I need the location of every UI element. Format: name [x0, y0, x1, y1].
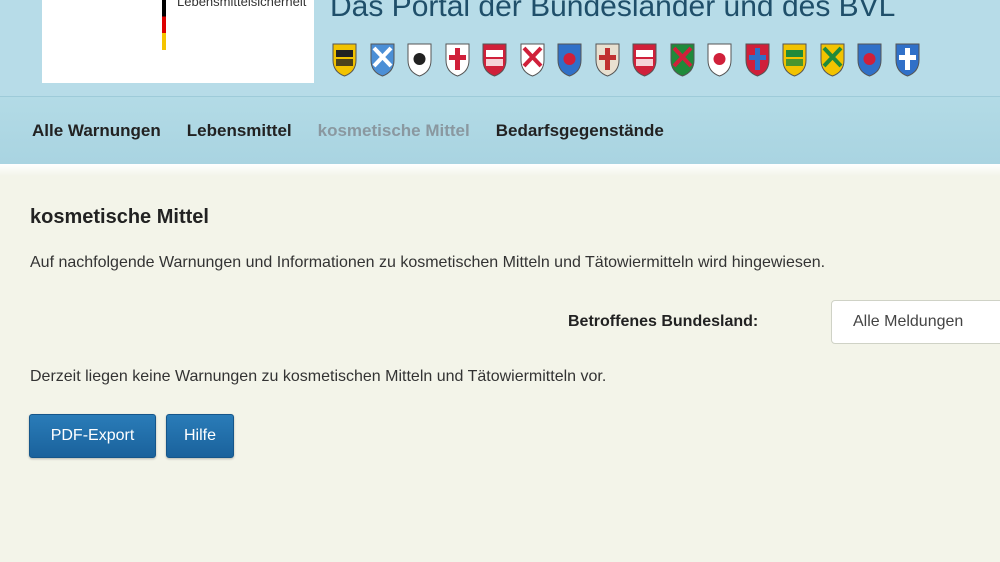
bundesland-select[interactable]: Alle Meldungen [831, 300, 1000, 344]
saarland-crest-icon[interactable] [743, 40, 772, 78]
intro-text: Auf nachfolgende Warnungen und Informati… [30, 254, 826, 271]
niedersachsen-crest-icon[interactable] [630, 40, 659, 78]
logo-text: Lebensmittelsicherheit [177, 0, 307, 9]
main-navigation: Alle Warnungen Lebensmittel kosmetische … [0, 96, 1000, 164]
brandenburg-crest-icon[interactable] [443, 40, 472, 78]
nav-item-kosmetische-mittel[interactable]: kosmetische Mittel [318, 121, 470, 141]
help-button[interactable]: Hilfe [166, 414, 234, 458]
site-header: Lebensmittelsicherheit Das Portal der Bu… [0, 0, 1000, 96]
bvl-logo[interactable]: Lebensmittelsicherheit [42, 0, 314, 83]
nav-item-alle-warnungen[interactable]: Alle Warnungen [32, 121, 161, 141]
filter-label: Betroffenes Bundesland: [568, 313, 759, 330]
sachsen-anhalt-crest-icon[interactable] [818, 40, 847, 78]
hessen-crest-icon[interactable] [555, 40, 584, 78]
mecklenburg-vorpommern-crest-icon[interactable] [593, 40, 622, 78]
nav-list: Alle Warnungen Lebensmittel kosmetische … [32, 121, 664, 141]
berlin-crest-icon[interactable] [405, 40, 434, 78]
nav-item-lebensmittel[interactable]: Lebensmittel [187, 121, 292, 141]
german-flag-stripe [162, 0, 166, 50]
portal-title: Das Portal der Bundesländer und des BVL [330, 0, 896, 23]
pdf-export-button[interactable]: PDF-Export [29, 414, 156, 458]
state-crests [330, 40, 922, 80]
baden-wuerttemberg-crest-icon[interactable] [330, 40, 359, 78]
nordrhein-westfalen-crest-icon[interactable] [668, 40, 697, 78]
main-content: kosmetische Mittel Auf nachfolgende Warn… [0, 176, 1000, 562]
empty-notice: Derzeit liegen keine Warnungen zu kosmet… [30, 368, 607, 385]
nav-item-bedarfsgegenstaende[interactable]: Bedarfsgegenstände [496, 121, 664, 141]
schleswig-holstein-crest-icon[interactable] [855, 40, 884, 78]
page-title: kosmetische Mittel [30, 206, 209, 228]
rheinland-pfalz-crest-icon[interactable] [705, 40, 734, 78]
bremen-crest-icon[interactable] [480, 40, 509, 78]
hamburg-crest-icon[interactable] [518, 40, 547, 78]
thueringen-crest-icon[interactable] [893, 40, 922, 78]
nav-divider [0, 164, 1000, 176]
sachsen-crest-icon[interactable] [780, 40, 809, 78]
bayern-crest-icon[interactable] [368, 40, 397, 78]
